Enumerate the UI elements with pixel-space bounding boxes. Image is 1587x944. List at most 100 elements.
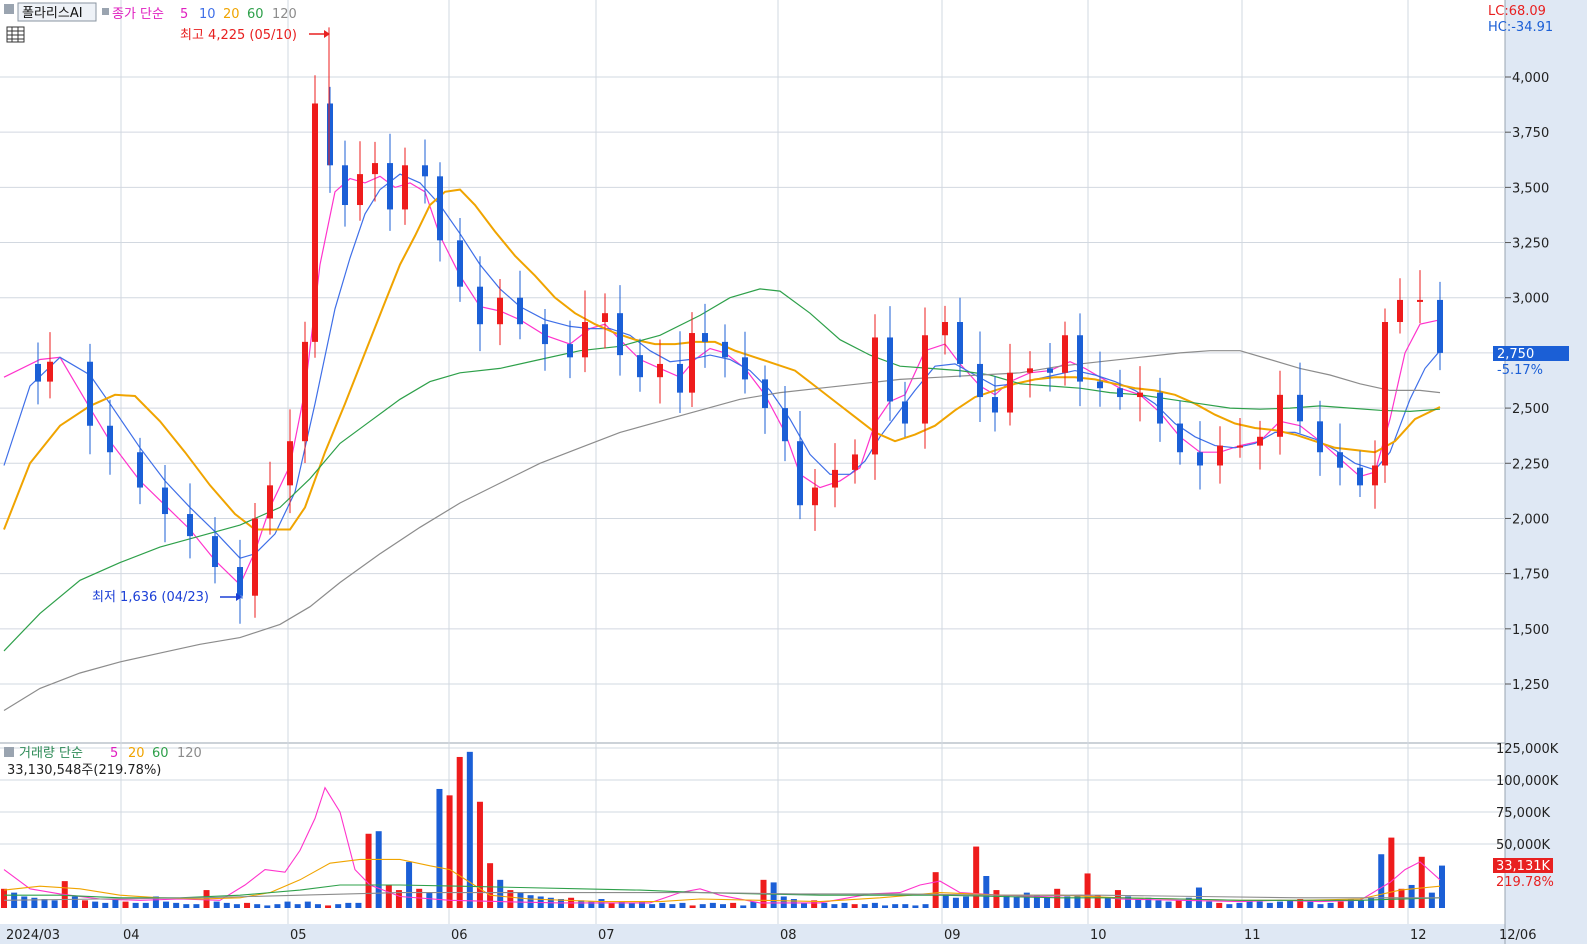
volume-tick-label: 100,000K — [1496, 774, 1559, 789]
volume-bar — [213, 901, 220, 908]
candle-body — [852, 454, 858, 470]
volume-bar — [1195, 887, 1202, 908]
volume-bar — [861, 904, 868, 908]
candle-body — [162, 487, 168, 515]
volume-bar — [223, 902, 230, 908]
volume-bar — [1054, 888, 1061, 908]
date-tick-label: 05 — [290, 928, 307, 943]
volume-bar — [699, 904, 706, 908]
volume-bar — [1135, 899, 1142, 908]
candle-body — [47, 361, 53, 382]
candle-body — [1217, 445, 1223, 466]
stock-chart[interactable]: 4,000 3,750 3,500 3,250 3,000 2,750 2,500 2,250… — [0, 0, 1587, 944]
candle-body — [582, 322, 588, 358]
date-tick-label: 12/06 — [1499, 928, 1536, 943]
price-tick-label: 1,250 — [1512, 678, 1549, 693]
candle-body — [1237, 445, 1243, 448]
volume-bar — [385, 884, 392, 908]
volume-bar — [517, 892, 524, 908]
volume-bar — [456, 756, 463, 908]
candle-body — [567, 344, 573, 358]
price-tick-label: 3,000 — [1512, 292, 1549, 307]
hc-value: HC:-34.91 — [1488, 20, 1553, 35]
volume-bar — [1236, 902, 1243, 908]
date-tick-label: 04 — [123, 928, 140, 943]
candle-body — [1137, 392, 1143, 398]
volume-bar — [132, 902, 139, 908]
volume-legend-label: 거래량 단순 — [19, 746, 83, 761]
candle-body — [287, 441, 293, 486]
current-price-value: 2,750 — [1497, 347, 1534, 362]
volume-legend-ma5: 5 — [110, 746, 118, 761]
volume-bar — [193, 904, 200, 908]
lc-value: LC:68.09 — [1488, 4, 1546, 19]
volume-bar — [41, 899, 48, 908]
candle-body — [782, 408, 788, 442]
volume-bar — [790, 899, 797, 908]
candle-body — [617, 313, 623, 356]
volume-bar — [102, 902, 109, 908]
volume-bar — [1216, 902, 1223, 908]
volume-bar — [466, 751, 473, 908]
volume-bar — [426, 892, 433, 908]
volume-legend-toggle-icon[interactable] — [4, 747, 14, 757]
candle-body — [372, 163, 378, 175]
candle-body — [312, 103, 318, 342]
volume-bar — [598, 899, 605, 908]
candle-body — [702, 333, 708, 342]
volume-bar — [254, 904, 261, 908]
candle-body — [1372, 465, 1378, 486]
price-legend-ma120: 120 — [272, 7, 297, 22]
volume-bar — [922, 904, 929, 908]
volume-bar — [628, 902, 635, 908]
date-tick-label: 06 — [451, 928, 468, 943]
volume-bar — [1256, 901, 1263, 908]
volume-bar — [1155, 900, 1162, 908]
data-table-icon[interactable] — [6, 26, 25, 43]
volume-bar — [112, 899, 119, 908]
candle-body — [187, 514, 193, 537]
volume-legend-ma20: 20 — [128, 746, 145, 761]
volume-bar — [1044, 897, 1051, 908]
price-legend-ma20: 20 — [223, 7, 240, 22]
candle-body — [457, 240, 463, 287]
volume-bar — [882, 905, 889, 908]
indicator-button-label: 폴라리스AI — [22, 6, 83, 21]
candle-body — [1157, 392, 1163, 424]
candle-body — [1437, 299, 1443, 353]
candle-body — [1097, 381, 1103, 389]
candle-body — [992, 397, 998, 413]
volume-bar — [892, 904, 899, 908]
candle-body — [1007, 372, 1013, 413]
volume-bar — [31, 897, 38, 908]
volume-bar — [1276, 901, 1283, 908]
current-price-change: -5.17% — [1497, 363, 1543, 378]
volume-bar — [669, 904, 676, 908]
candle-body — [832, 469, 838, 488]
price-tick-label: 1,500 — [1512, 623, 1549, 638]
legend-toggle-icon[interactable] — [4, 4, 14, 14]
volume-tick-label: 50,000K — [1496, 838, 1550, 853]
candle-body — [1177, 423, 1183, 453]
volume-bar — [497, 879, 504, 908]
volume-bar — [801, 902, 808, 908]
date-tick-label: 08 — [780, 928, 797, 943]
volume-bar — [659, 902, 666, 908]
volume-bar — [608, 902, 615, 908]
volume-bar — [689, 905, 696, 908]
candle-body — [1197, 452, 1203, 466]
candle-body — [1117, 388, 1123, 398]
volume-bar — [1418, 856, 1425, 908]
price-legend-ma10: 10 — [199, 7, 216, 22]
volume-bar — [1287, 900, 1294, 908]
volume-bar — [831, 904, 838, 908]
volume-bar — [841, 902, 848, 908]
volume-bar — [720, 904, 726, 908]
price-tick-label: 3,500 — [1512, 181, 1549, 196]
candle-body — [1417, 299, 1423, 302]
volume-bar — [325, 905, 332, 908]
candle-body — [1257, 436, 1263, 446]
candle-body — [302, 341, 308, 442]
volume-bar — [993, 890, 1000, 908]
candle-body — [742, 357, 748, 380]
